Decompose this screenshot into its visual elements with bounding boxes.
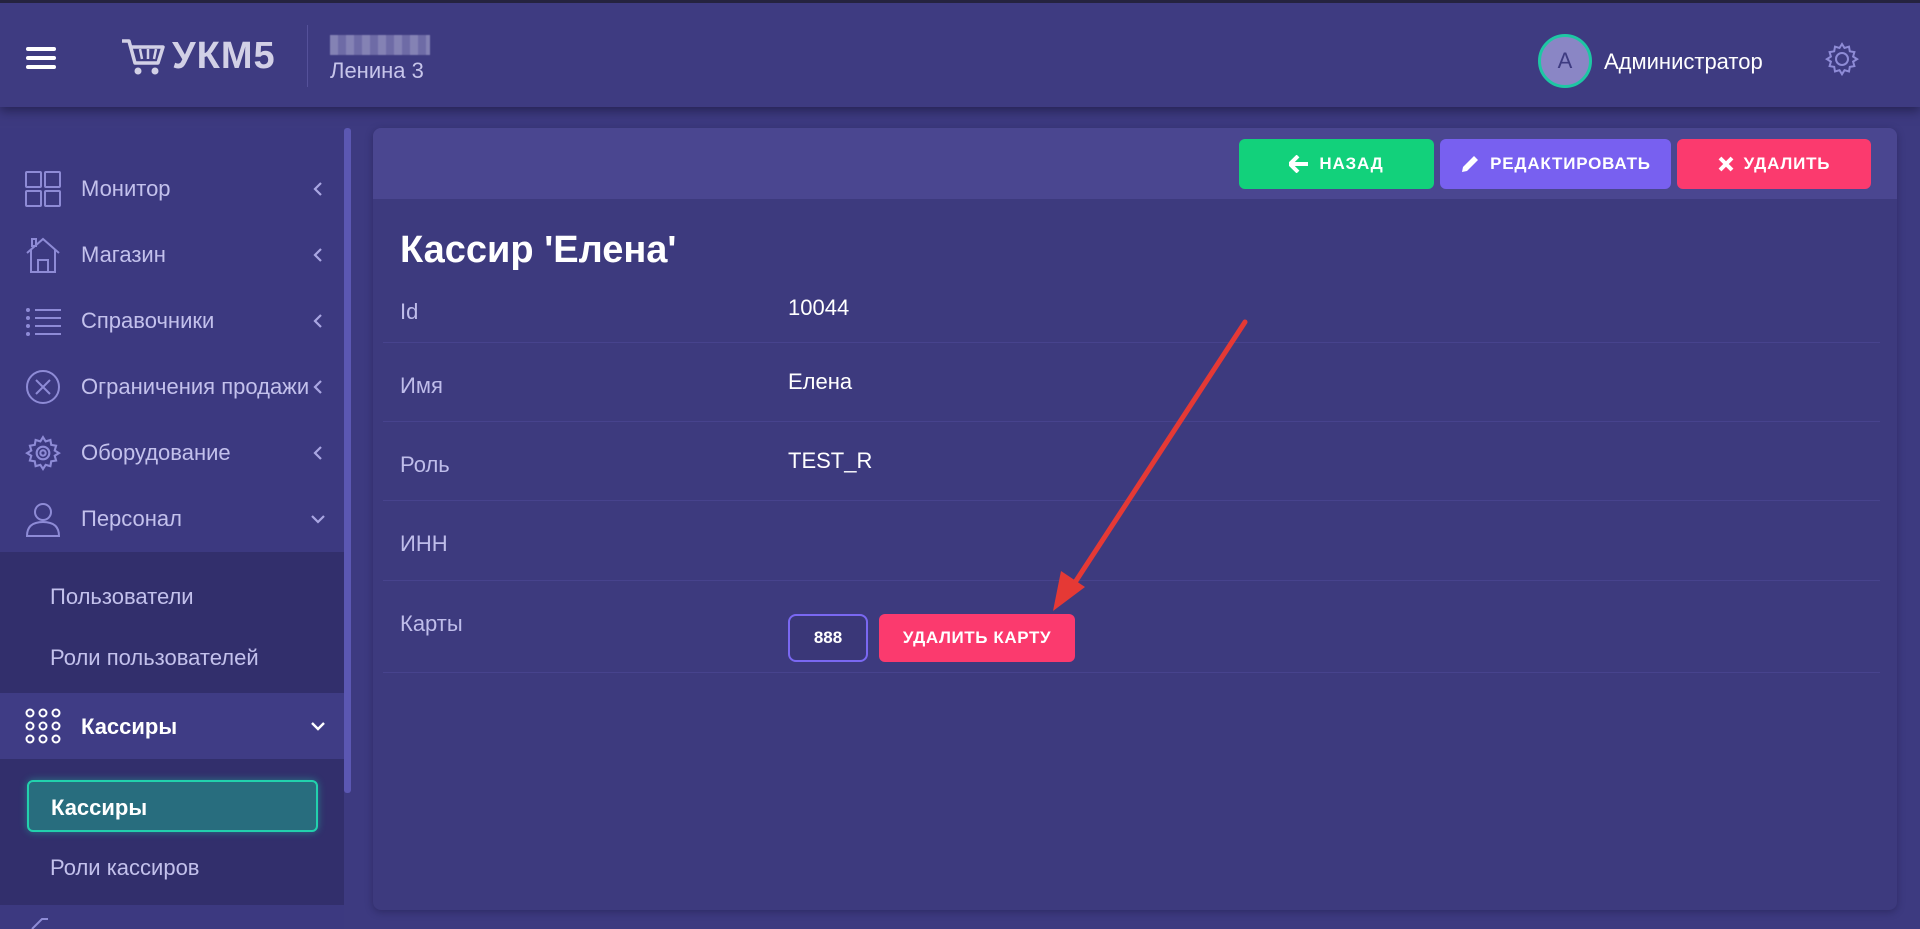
- field-label: Имя: [400, 373, 443, 398]
- sidebar-item-store[interactable]: Магазин: [0, 222, 344, 288]
- sidebar-scrollbar[interactable]: [344, 128, 351, 793]
- dots-grid-icon: [25, 708, 61, 744]
- sidebar-subitem-cashiers-active[interactable]: Кассиры: [27, 780, 318, 832]
- header-divider: [307, 25, 308, 87]
- chevron-left-icon: [313, 314, 322, 328]
- sidebar-item-references[interactable]: Справочники: [0, 288, 344, 354]
- store-house-icon: [26, 237, 60, 273]
- field-label: ИНН: [400, 531, 448, 556]
- panel-toolbar: НАЗАД РЕДАКТИРОВАТЬ УДАЛИТЬ: [373, 128, 1897, 199]
- field-label: Карты: [400, 611, 463, 636]
- cashier-detail-panel: НАЗАД РЕДАКТИРОВАТЬ УДАЛИТЬ Кассир 'Елен…: [373, 128, 1897, 910]
- delete-button-label: УДАЛИТЬ: [1743, 154, 1831, 173]
- sidebar-item-personnel[interactable]: Персонал: [0, 486, 344, 552]
- logo-text: УКМ5: [172, 35, 276, 77]
- circle-x-icon: [26, 370, 60, 404]
- chevron-left-icon: [313, 446, 322, 460]
- delete-card-button[interactable]: УДАЛИТЬ КАРТУ: [879, 614, 1075, 662]
- gear-icon: [25, 435, 61, 472]
- close-icon: [1718, 156, 1734, 172]
- sidebar-item-equipment[interactable]: Оборудование: [0, 420, 344, 486]
- field-row-id: Id 10044: [383, 283, 1880, 343]
- pencil-icon: [1462, 156, 1479, 172]
- sidebar-subitem-users[interactable]: Пользователи: [50, 584, 194, 610]
- avatar[interactable]: A: [1538, 34, 1592, 88]
- field-value: 10044: [788, 295, 850, 320]
- store-name: Ленина 3: [330, 58, 424, 83]
- menu-burger-icon[interactable]: [26, 47, 56, 71]
- sidebar-item-label: Оборудование: [81, 440, 231, 465]
- sidebar-item-label: Монитор: [81, 176, 171, 201]
- sidebar-item-monitor[interactable]: Монитор: [0, 156, 344, 222]
- delete-button[interactable]: УДАЛИТЬ: [1677, 139, 1871, 189]
- sidebar-subitem-user-roles[interactable]: Роли пользователей: [50, 645, 259, 671]
- chevron-left-icon: [313, 248, 322, 262]
- field-row-role: Роль TEST_R: [383, 422, 1880, 501]
- sidebar-item-cashiers[interactable]: Кассиры: [0, 693, 344, 759]
- list-icon: [26, 308, 61, 336]
- personnel-submenu: Пользователи Роли пользователей: [0, 552, 344, 693]
- sidebar-item-sale-restrictions[interactable]: Ограничения продажи: [0, 354, 344, 420]
- field-label: Роль: [400, 452, 450, 477]
- partial-nav-icon: [31, 918, 48, 929]
- avatar-letter: A: [1557, 48, 1573, 73]
- monitor-grid-icon: [25, 171, 61, 207]
- edit-button[interactable]: РЕДАКТИРОВАТЬ: [1440, 139, 1671, 189]
- sidebar-item-label: Персонал: [81, 506, 182, 531]
- sidebar-item-label: Ограничения продажи: [81, 374, 310, 399]
- sidebar-item-label: Магазин: [81, 242, 166, 267]
- back-button[interactable]: НАЗАД: [1239, 139, 1434, 189]
- page-title: Кассир 'Елена': [400, 229, 677, 271]
- user-name[interactable]: Администратор: [1604, 49, 1763, 75]
- field-row-inn: ИНН: [383, 501, 1880, 581]
- field-row-cards: Карты 888 УДАЛИТЬ КАРТУ: [383, 581, 1880, 673]
- settings-gear-icon[interactable]: [1824, 41, 1860, 77]
- field-label: Id: [400, 299, 419, 324]
- edit-button-label: РЕДАКТИРОВАТЬ: [1490, 154, 1651, 173]
- arrow-left-icon: [1289, 155, 1309, 173]
- back-button-label: НАЗАД: [1319, 154, 1384, 173]
- blurred-store-label: [330, 35, 430, 55]
- top-header: УКМ5 Ленина 3 A Администратор: [0, 0, 1920, 107]
- sidebar-item-label: Справочники: [81, 308, 215, 333]
- chevron-left-icon: [313, 182, 322, 196]
- app-logo[interactable]: УКМ5: [120, 35, 276, 78]
- cart-icon: [122, 38, 165, 74]
- sidebar-subitem-cashier-roles[interactable]: Роли кассиров: [50, 855, 200, 881]
- card-number-chip[interactable]: 888: [788, 614, 868, 662]
- field-value: Елена: [788, 369, 853, 394]
- field-row-name: Имя Елена: [383, 343, 1880, 422]
- chevron-down-icon: [311, 722, 325, 731]
- field-value: TEST_R: [788, 448, 873, 473]
- user-icon: [25, 503, 61, 537]
- chevron-left-icon: [313, 380, 322, 394]
- chevron-down-icon: [311, 515, 325, 524]
- sidebar-item-label: Кассиры: [81, 714, 178, 739]
